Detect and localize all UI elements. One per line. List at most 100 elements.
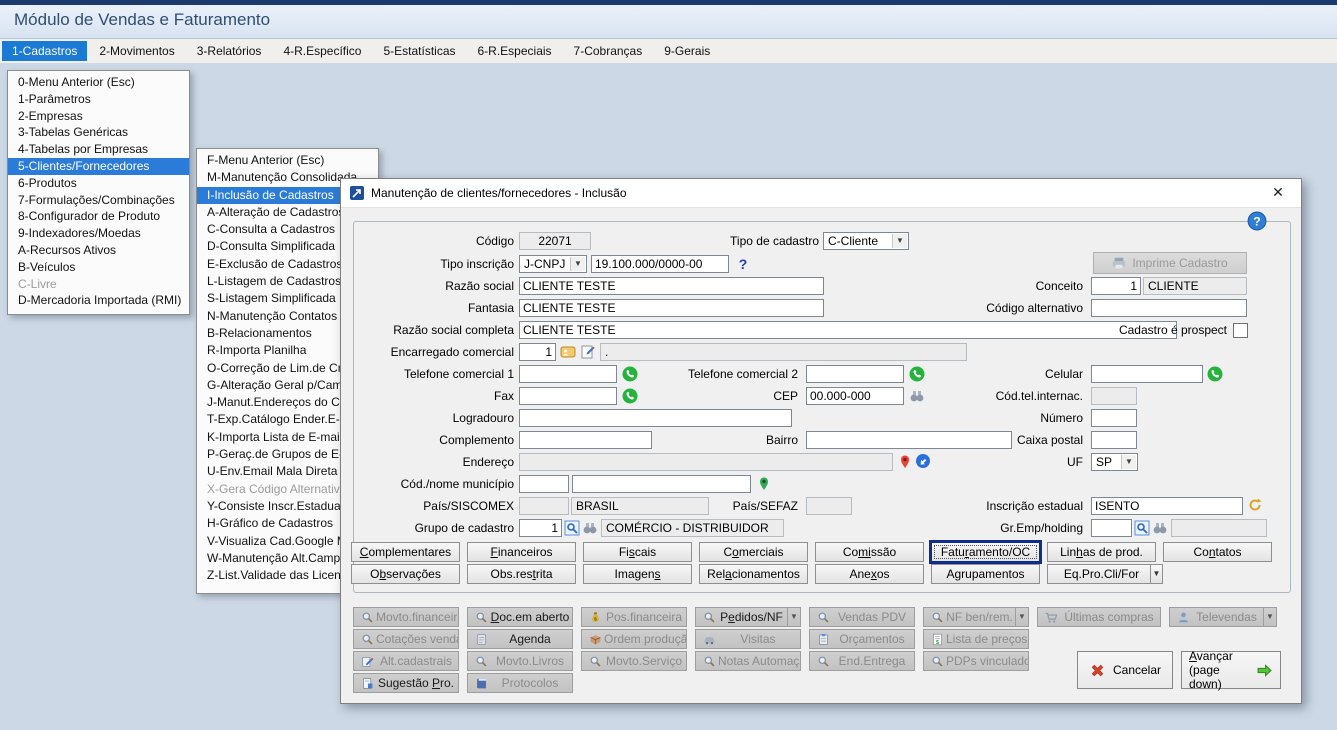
menu-item[interactable]: 7-Formulações/Combinações bbox=[8, 192, 189, 209]
binoculars-icon[interactable] bbox=[582, 520, 598, 536]
menu-item[interactable]: A-Recursos Ativos bbox=[8, 242, 189, 259]
relation-button[interactable]: $Lista de preços bbox=[923, 629, 1029, 649]
tab-button[interactable]: Eq.Pro.Cli/For bbox=[1047, 564, 1156, 584]
tel2-input[interactable] bbox=[806, 365, 904, 383]
tel1-input[interactable] bbox=[519, 365, 617, 383]
cnpj-input[interactable] bbox=[591, 255, 729, 273]
menu-item[interactable]: 1-Parâmetros bbox=[8, 91, 189, 108]
tab-button[interactable]: Faturamento/OC bbox=[931, 542, 1040, 562]
tab-button[interactable]: Relacionamentos bbox=[699, 564, 808, 584]
tipo-cadastro-select[interactable]: C-Cliente ▼ bbox=[823, 232, 909, 250]
numero-input[interactable] bbox=[1091, 409, 1137, 427]
tab-button[interactable]: Observações bbox=[351, 564, 460, 584]
menubar-item[interactable]: 7-Cobranças bbox=[564, 41, 653, 61]
menu-item[interactable]: C-Livre bbox=[8, 276, 189, 293]
tab-button[interactable]: Complementares bbox=[351, 542, 460, 562]
imprime-cadastro-button[interactable]: Imprime Cadastro bbox=[1093, 252, 1247, 274]
menu-item[interactable]: 6-Produtos bbox=[8, 175, 189, 192]
cancel-button[interactable]: Cancelar bbox=[1077, 651, 1173, 689]
chevron-down-icon[interactable]: ▼ bbox=[1150, 564, 1163, 584]
menubar-item[interactable]: 3-Relatórios bbox=[187, 41, 272, 61]
relation-button[interactable]: Notas Automação bbox=[695, 651, 801, 671]
fantasia-input[interactable] bbox=[519, 299, 824, 317]
chevron-down-icon[interactable]: ▼ bbox=[1015, 608, 1028, 626]
map-pin-green-icon[interactable] bbox=[756, 475, 772, 491]
menu-item[interactable]: 3-Tabelas Genéricas bbox=[8, 124, 189, 141]
fax-input[interactable] bbox=[519, 387, 617, 405]
menubar-item[interactable]: 5-Estatísticas bbox=[373, 41, 465, 61]
search-box-icon[interactable] bbox=[1134, 520, 1150, 536]
relation-button[interactable]: Vendas PDV bbox=[809, 607, 915, 627]
cep-input[interactable] bbox=[806, 387, 904, 405]
relation-button[interactable]: Cotações venda bbox=[353, 629, 459, 649]
conceito-num-input[interactable] bbox=[1091, 277, 1141, 295]
relation-button[interactable]: NF ben/rem.▼ bbox=[923, 607, 1029, 627]
relation-button[interactable]: Protocolos bbox=[467, 673, 573, 693]
menu-item[interactable]: 8-Configurador de Produto bbox=[8, 208, 189, 225]
menubar-item[interactable]: 6-R.Especiais bbox=[468, 41, 562, 61]
relation-button[interactable]: Ordem produção bbox=[581, 629, 687, 649]
tab-button[interactable]: Fiscais bbox=[583, 542, 692, 562]
relation-button[interactable]: End.Entrega bbox=[809, 651, 915, 671]
tab-button[interactable]: Anexos bbox=[815, 564, 924, 584]
tab-button[interactable]: Financeiros bbox=[467, 542, 576, 562]
tab-button[interactable]: Obs.restrita bbox=[467, 564, 576, 584]
map-pin-icon[interactable] bbox=[897, 453, 913, 469]
menu-item[interactable]: 9-Indexadores/Moedas bbox=[8, 225, 189, 242]
relation-button[interactable]: Alt.cadastrais bbox=[353, 651, 459, 671]
caixa-postal-input[interactable] bbox=[1091, 431, 1137, 449]
contact-card-icon[interactable] bbox=[560, 344, 576, 360]
relation-button[interactable]: Agenda bbox=[467, 629, 573, 649]
relation-button[interactable]: Sugestão Pro. bbox=[353, 673, 459, 693]
relation-button[interactable]: Movto.Livros bbox=[467, 651, 573, 671]
close-icon[interactable]: ✕ bbox=[1269, 184, 1287, 201]
menu-item[interactable]: F-Menu Anterior (Esc) bbox=[197, 152, 378, 169]
menu-item[interactable]: D-Mercadoria Importada (RMI) bbox=[8, 292, 189, 309]
tab-button[interactable]: Comissão bbox=[815, 542, 924, 562]
chevron-down-icon[interactable]: ▼ bbox=[787, 608, 800, 626]
ie-sync-icon[interactable] bbox=[1247, 497, 1263, 513]
relation-button[interactable]: PDPs vinculados bbox=[923, 651, 1029, 671]
codigo-alternativo-input[interactable] bbox=[1091, 299, 1247, 317]
menu-item[interactable]: 0-Menu Anterior (Esc) bbox=[8, 74, 189, 91]
advance-button[interactable]: Avançar (page down) bbox=[1181, 651, 1281, 689]
tab-button[interactable]: Linhas de prod. bbox=[1047, 542, 1156, 562]
search-box-icon[interactable] bbox=[564, 520, 580, 536]
help-icon[interactable]: ? bbox=[1247, 211, 1267, 231]
relation-button[interactable]: Movto.financeiro bbox=[353, 607, 459, 627]
relation-button[interactable]: Movto.Serviço bbox=[581, 651, 687, 671]
menubar-item[interactable]: 4-R.Específico bbox=[273, 41, 371, 61]
tipo-inscricao-select[interactable]: J-CNPJ ▼ bbox=[519, 255, 587, 273]
menubar-item[interactable]: 1-Cadastros bbox=[2, 41, 87, 61]
complemento-input[interactable] bbox=[519, 431, 652, 449]
uf-select[interactable]: SP ▼ bbox=[1091, 453, 1138, 471]
chevron-down-icon[interactable]: ▼ bbox=[570, 257, 585, 271]
relation-button[interactable]: Orçamentos bbox=[809, 629, 915, 649]
gr-emp-input[interactable] bbox=[1091, 519, 1132, 537]
grupo-num-input[interactable] bbox=[519, 519, 562, 537]
menu-item[interactable]: B-Veículos bbox=[8, 259, 189, 276]
menubar-item[interactable]: 2-Movimentos bbox=[89, 41, 184, 61]
relation-button[interactable]: Televendas▼ bbox=[1169, 607, 1277, 627]
tab-button[interactable]: Imagens bbox=[583, 564, 692, 584]
menubar-item[interactable]: 9-Gerais bbox=[654, 41, 720, 61]
municipio-nome-input[interactable] bbox=[572, 475, 751, 493]
razao-social-input[interactable] bbox=[519, 277, 824, 295]
relation-button[interactable]: Pedidos/NF▼ bbox=[695, 607, 801, 627]
relation-button[interactable]: $Pos.financeira bbox=[581, 607, 687, 627]
chevron-down-icon[interactable]: ▼ bbox=[892, 234, 907, 248]
relation-button[interactable]: Últimas compras bbox=[1037, 607, 1161, 627]
tab-button[interactable]: Agrupamentos bbox=[931, 564, 1040, 584]
tab-button[interactable]: Comerciais bbox=[699, 542, 808, 562]
municipio-cod-input[interactable] bbox=[519, 475, 569, 493]
menu-item[interactable]: 5-Clientes/Fornecedores bbox=[8, 158, 189, 175]
tab-button[interactable]: Contatos bbox=[1163, 542, 1272, 562]
logradouro-input[interactable] bbox=[519, 409, 792, 427]
menu-item[interactable]: 2-Empresas bbox=[8, 108, 189, 125]
whatsapp-icon[interactable] bbox=[1207, 366, 1223, 382]
relation-button[interactable]: Doc.em aberto bbox=[467, 607, 573, 627]
menu-item[interactable]: 4-Tabelas por Empresas bbox=[8, 141, 189, 158]
chevron-down-icon[interactable]: ▼ bbox=[1263, 608, 1276, 626]
inscricao-estadual-input[interactable] bbox=[1091, 497, 1243, 515]
edit-note-icon[interactable] bbox=[580, 344, 596, 360]
